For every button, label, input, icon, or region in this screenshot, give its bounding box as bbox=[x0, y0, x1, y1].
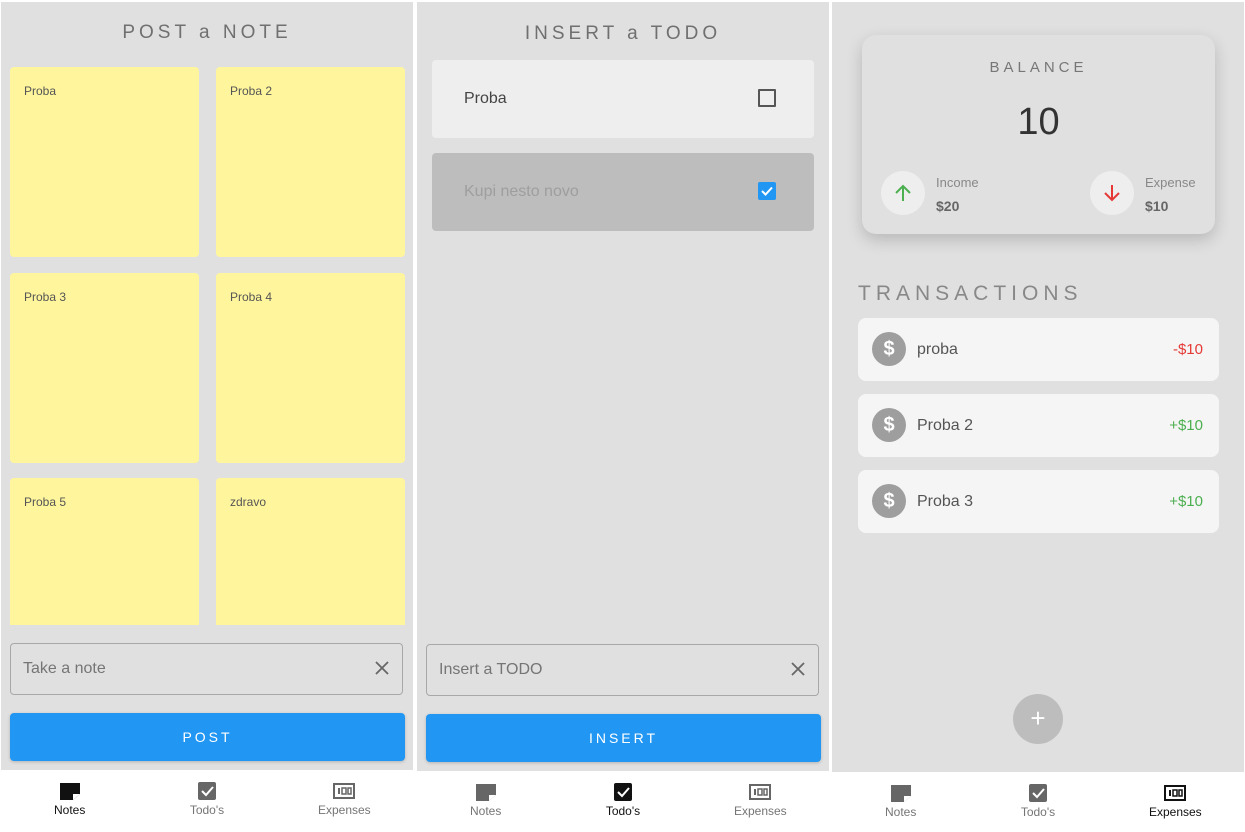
dollar-icon: $ bbox=[872, 332, 906, 366]
expense-amount: $10 bbox=[1145, 198, 1169, 214]
note-icon bbox=[59, 783, 80, 800]
note-text: Proba 3 bbox=[24, 290, 67, 304]
money-icon bbox=[1164, 785, 1187, 801]
note-text: Proba 4 bbox=[230, 290, 273, 304]
expense-indicator bbox=[1090, 171, 1134, 215]
post-button[interactable]: POST bbox=[10, 713, 405, 761]
todo-label: Proba bbox=[464, 90, 507, 107]
transaction-amount: +$10 bbox=[1169, 493, 1203, 510]
nav-todos-label: Todo's bbox=[605, 804, 641, 818]
arrow-down-icon bbox=[1104, 185, 1120, 202]
nav-notes[interactable]: Notes bbox=[1, 770, 138, 828]
nav-expenses-label: Expenses bbox=[733, 804, 787, 818]
balance-label: BALANCE bbox=[989, 59, 1088, 76]
income-amount: $20 bbox=[936, 198, 960, 214]
nav-notes[interactable]: Notes bbox=[832, 772, 969, 828]
nav-expenses-label: Expenses bbox=[317, 803, 371, 817]
arrow-up-icon bbox=[895, 184, 911, 201]
balance-value: 10 bbox=[1017, 101, 1060, 143]
note-input-placeholder: Take a note bbox=[23, 660, 106, 677]
dollar-icon: $ bbox=[872, 408, 906, 442]
note-text: Proba 2 bbox=[230, 84, 273, 98]
transactions-title: TRANSACTIONS bbox=[858, 282, 1083, 305]
nav-todos[interactable]: Todo's bbox=[554, 771, 691, 828]
checkbox-icon bbox=[1028, 784, 1047, 802]
todo-checkbox-checked[interactable] bbox=[758, 182, 776, 200]
note-input[interactable]: Take a note bbox=[10, 643, 403, 695]
dollar-icon: $ bbox=[872, 484, 906, 518]
todo-label: Kupi nesto novo bbox=[464, 183, 579, 200]
todo-input-placeholder: Insert a TODO bbox=[439, 661, 543, 678]
money-icon bbox=[333, 783, 356, 799]
nav-notes-label: Notes bbox=[884, 805, 917, 819]
transaction-row[interactable]: $ Proba 2 +$10 bbox=[858, 394, 1219, 457]
nav-expenses[interactable]: Expenses bbox=[1107, 772, 1244, 828]
transaction-amount: -$10 bbox=[1172, 341, 1203, 358]
page-title: INSERT a TODO bbox=[524, 23, 722, 44]
clear-icon[interactable] bbox=[372, 658, 392, 678]
transaction-row[interactable]: $ Proba 3 +$10 bbox=[858, 470, 1219, 533]
note-card[interactable]: Proba 4 bbox=[216, 273, 405, 463]
page-title: POST a NOTE bbox=[122, 22, 292, 43]
income-label: Income bbox=[936, 175, 979, 190]
notes-screen: POST a NOTE Proba Proba 2 Proba 3 Proba … bbox=[1, 2, 413, 828]
todo-screen: INSERT a TODO Proba Kupi nesto novo Inse… bbox=[417, 2, 829, 828]
transaction-name: Proba 3 bbox=[917, 493, 974, 510]
note-text: Proba 5 bbox=[24, 495, 67, 509]
bottom-navigation: Notes Todo's Expenses bbox=[1, 769, 413, 828]
note-card[interactable]: Proba 3 bbox=[10, 273, 199, 463]
note-icon bbox=[475, 784, 496, 801]
nav-notes[interactable]: Notes bbox=[417, 771, 554, 828]
note-card[interactable]: Proba 2 bbox=[216, 67, 405, 257]
notes-grid: POST a NOTE Proba Proba 2 Proba 3 Proba … bbox=[1, 2, 413, 625]
nav-notes-label: Notes bbox=[53, 803, 86, 817]
todo-input[interactable]: Insert a TODO bbox=[426, 644, 819, 696]
nav-notes-label: Notes bbox=[469, 804, 502, 818]
nav-todos-label: Todo's bbox=[1020, 805, 1056, 819]
insert-button[interactable]: INSERT bbox=[426, 714, 821, 762]
checkbox-icon bbox=[613, 783, 632, 801]
expense-label: Expense bbox=[1145, 175, 1196, 190]
todo-checkbox[interactable] bbox=[758, 89, 776, 107]
expenses-screen: BALANCE 10 Income $20 Expense $10 TRANSA… bbox=[832, 2, 1244, 828]
nav-expenses[interactable]: Expenses bbox=[276, 770, 413, 828]
note-icon bbox=[890, 785, 911, 802]
balance-card: BALANCE 10 Income $20 Expense $10 bbox=[862, 35, 1215, 234]
bottom-navigation: Notes Todo's Expenses bbox=[832, 771, 1244, 828]
nav-expenses[interactable]: Expenses bbox=[692, 771, 829, 828]
transaction-name: Proba 2 bbox=[917, 417, 974, 434]
note-card[interactable]: zdravo bbox=[216, 478, 405, 625]
nav-todos-label: Todo's bbox=[189, 803, 225, 817]
clear-icon[interactable] bbox=[788, 659, 808, 679]
todo-item[interactable]: Kupi nesto novo bbox=[432, 153, 814, 231]
money-icon bbox=[749, 784, 772, 800]
checkbox-icon bbox=[197, 782, 216, 800]
todo-item[interactable]: Proba bbox=[432, 60, 814, 138]
nav-expenses-label: Expenses bbox=[1148, 805, 1202, 819]
add-transaction-button[interactable]: + bbox=[1013, 694, 1063, 744]
transaction-row[interactable]: $ proba -$10 bbox=[858, 318, 1219, 381]
note-card[interactable]: Proba bbox=[10, 67, 199, 257]
note-card[interactable]: Proba 5 bbox=[10, 478, 199, 625]
transaction-amount: +$10 bbox=[1169, 417, 1203, 434]
nav-todos[interactable]: Todo's bbox=[138, 770, 275, 828]
bottom-navigation: Notes Todo's Expenses bbox=[417, 770, 829, 828]
nav-todos[interactable]: Todo's bbox=[969, 772, 1106, 828]
note-text: zdravo bbox=[230, 495, 267, 509]
income-indicator bbox=[881, 171, 925, 215]
transaction-name: proba bbox=[917, 341, 958, 358]
note-text: Proba bbox=[24, 84, 57, 98]
